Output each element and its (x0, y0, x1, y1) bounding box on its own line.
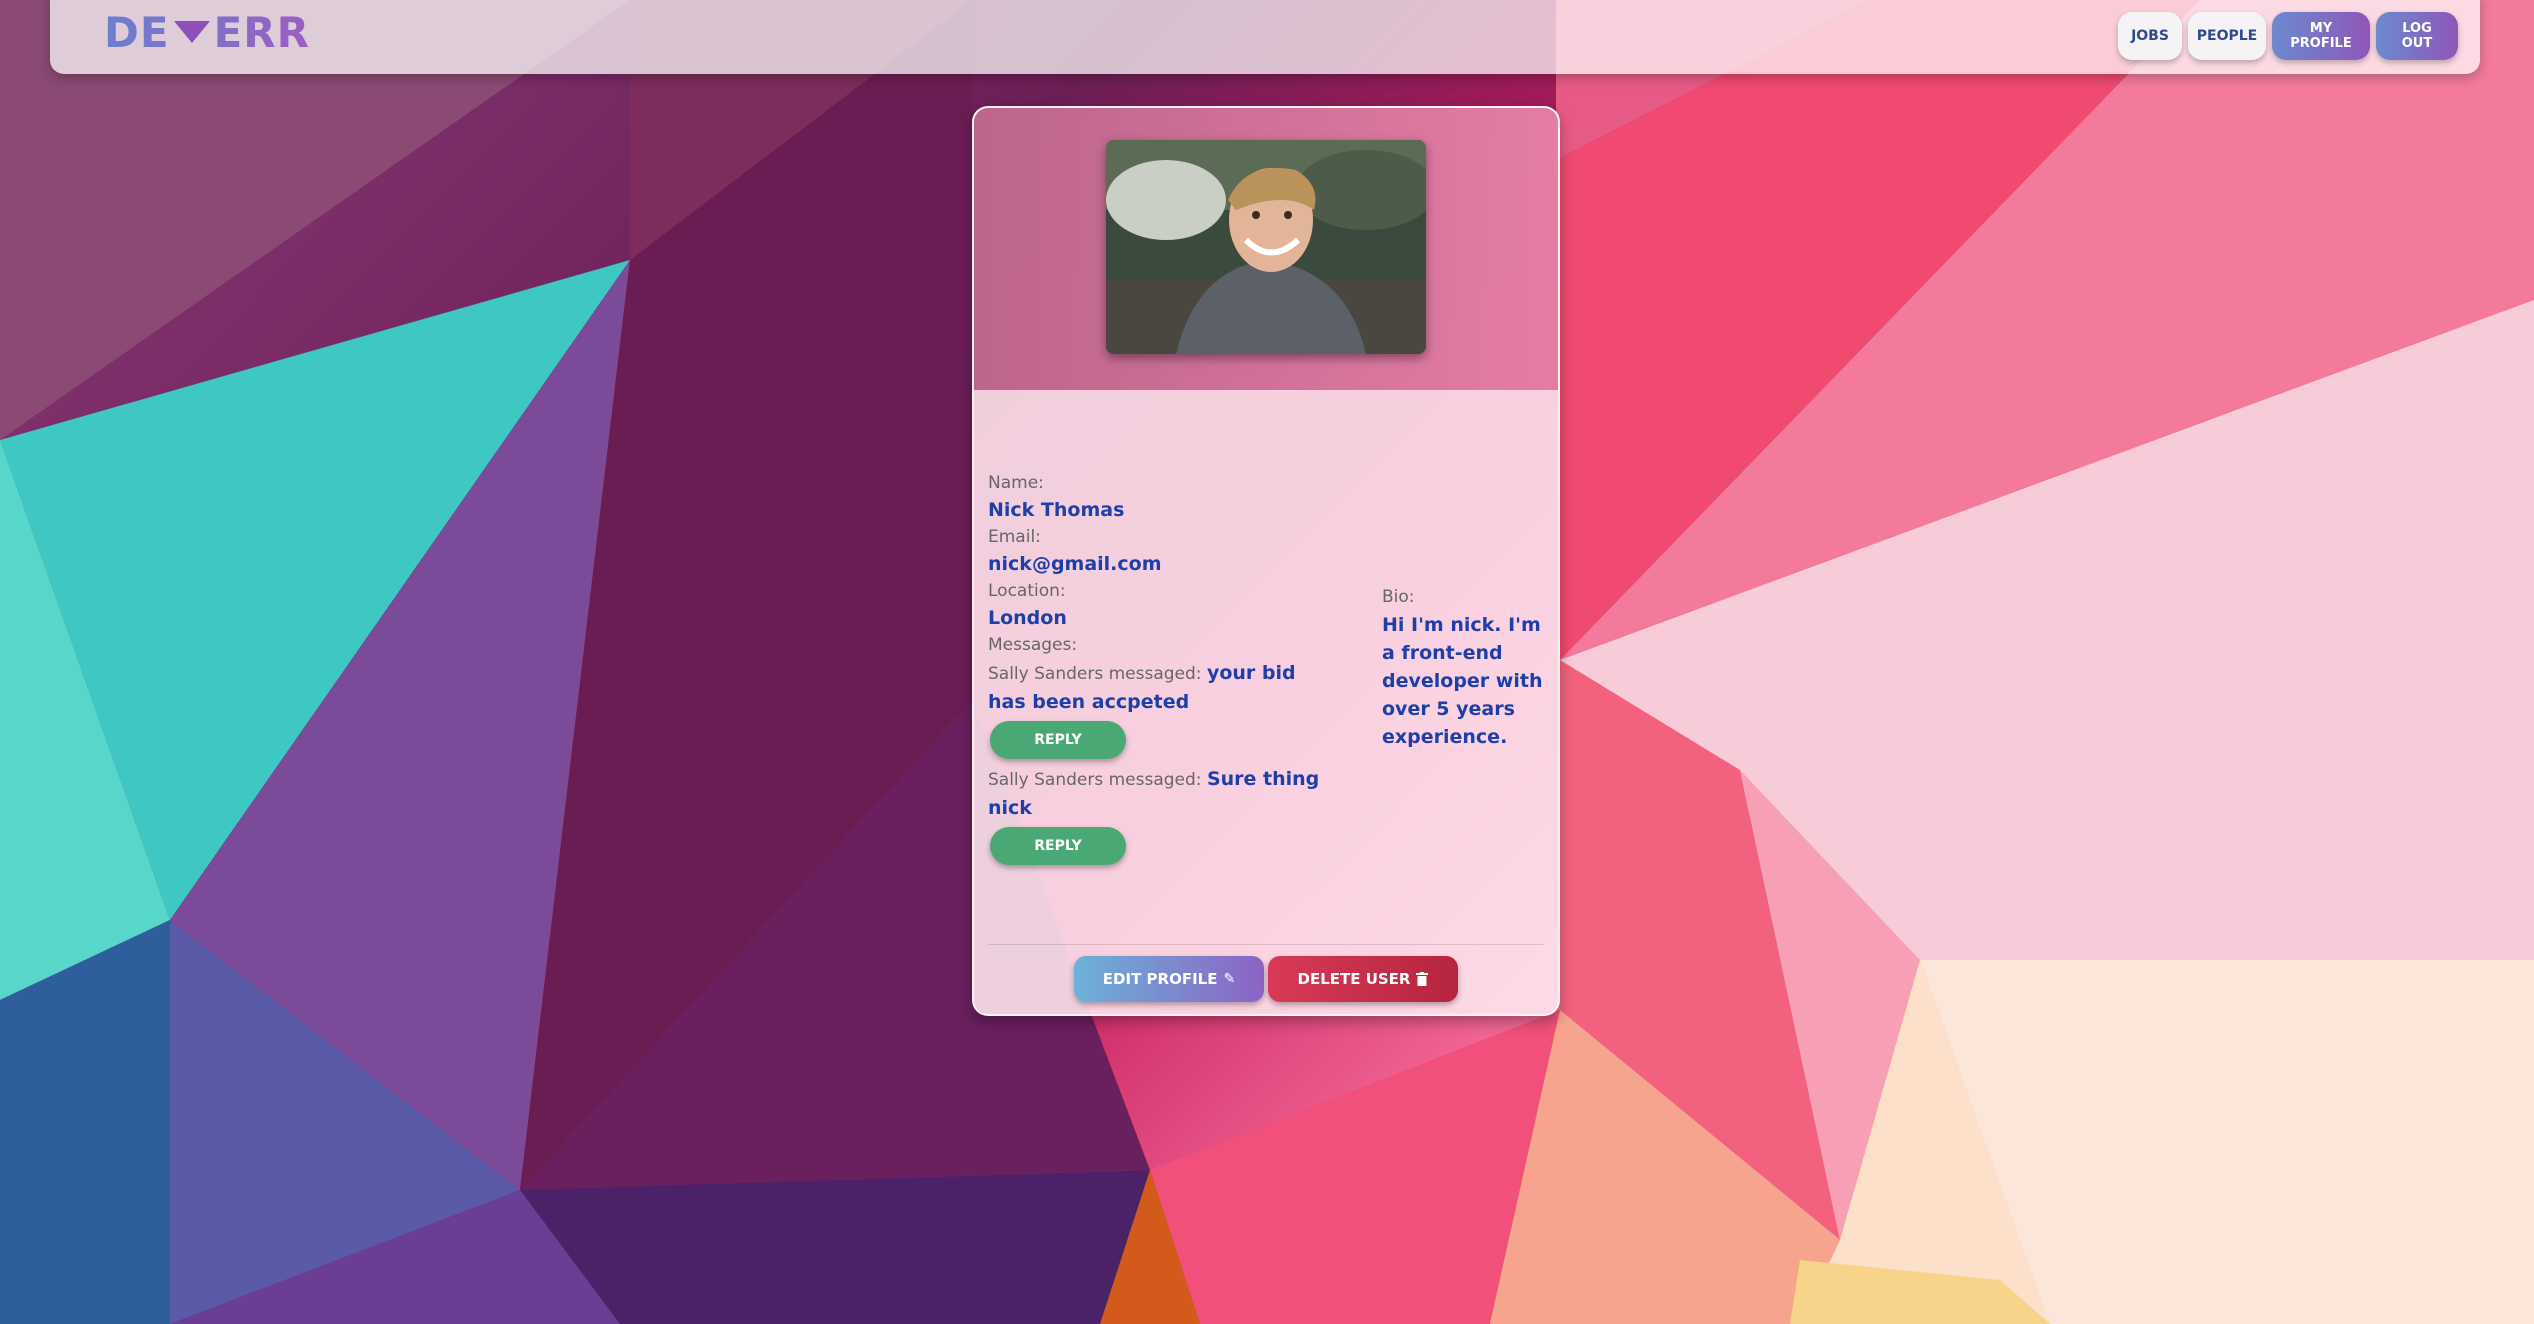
location-label: Location: (988, 581, 1066, 601)
logo[interactable]: DE ERR (104, 10, 310, 54)
email-value: nick@gmail.com (988, 553, 1162, 575)
nav-log-out-button[interactable]: LOG OUT (2376, 12, 2458, 60)
nav-jobs-button[interactable]: JOBS (2118, 12, 2182, 60)
message-sender: Sally Sanders messaged: (988, 664, 1202, 684)
bio-label: Bio: (1382, 587, 1415, 607)
logo-text-left: DE (104, 7, 170, 57)
avatar (1106, 140, 1426, 354)
location-value: London (988, 607, 1067, 629)
profile-actions: EDIT PROFILE ✎ DELETE USER (1074, 956, 1458, 1002)
divider (988, 944, 1544, 945)
message-sender: Sally Sanders messaged: (988, 770, 1202, 790)
profile-card: Name: Nick Thomas Email: nick@gmail.com … (972, 106, 1560, 1016)
reply-button[interactable]: REPLY (990, 827, 1126, 865)
delete-user-button[interactable]: DELETE USER (1268, 956, 1458, 1002)
profile-details: Name: Nick Thomas Email: nick@gmail.com … (988, 470, 1338, 871)
reply-button[interactable]: REPLY (990, 721, 1126, 759)
bio-value: Hi I'm nick. I'm a front-end developer w… (1382, 614, 1543, 748)
messages-label: Messages: (988, 635, 1078, 655)
edit-profile-button[interactable]: EDIT PROFILE ✎ (1074, 956, 1264, 1002)
bio-section: Bio: Hi I'm nick. I'm a front-end develo… (1382, 584, 1546, 751)
email-label: Email: (988, 527, 1041, 547)
nav-my-profile-button[interactable]: MY PROFILE (2272, 12, 2370, 60)
name-label: Name: (988, 473, 1044, 493)
message-item: Sally Sanders messaged: Sure thing nick (988, 765, 1338, 823)
name-value: Nick Thomas (988, 499, 1125, 521)
nav-buttons: JOBS PEOPLE MY PROFILE LOG OUT (2118, 12, 2458, 60)
logo-text-right: ERR (213, 7, 310, 57)
message-item: Sally Sanders messaged: your bid has bee… (988, 659, 1338, 717)
pencil-icon: ✎ (1223, 971, 1236, 987)
nav-people-button[interactable]: PEOPLE (2188, 12, 2266, 60)
top-navbar: DE ERR JOBS PEOPLE MY PROFILE LOG OUT (50, 0, 2480, 74)
edit-profile-label: EDIT PROFILE (1102, 970, 1218, 988)
delete-user-label: DELETE USER (1297, 970, 1411, 988)
profile-card-header (974, 108, 1558, 390)
trash-icon (1416, 972, 1429, 986)
triangle-down-icon (173, 21, 210, 43)
